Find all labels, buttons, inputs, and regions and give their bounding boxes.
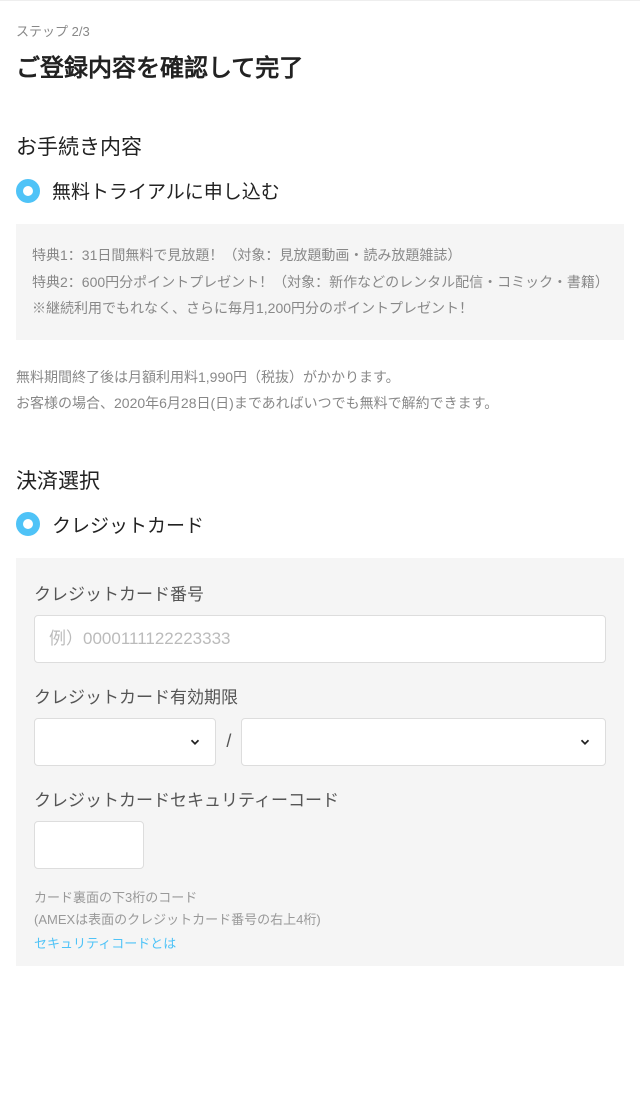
cvv-hint-2: (AMEXは表面のクレジットカード番号の右上4桁) (34, 909, 606, 931)
credit-card-form: クレジットカード番号 クレジットカード有効期限 / クレジットカードセキュリティ… (16, 558, 624, 966)
expiry-month-select[interactable] (34, 718, 216, 766)
benefits-box: 特典1：31日間無料で見放題！（対象：見放題動画・読み放題雑誌） 特典2：600… (16, 224, 624, 340)
pricing-note-2: お客様の場合、2020年6月28日(日)まであればいつでも無料で解約できます。 (16, 390, 624, 417)
step-indicator: ステップ 2/3 (16, 21, 624, 40)
payment-heading: 決済選択 (16, 465, 624, 495)
benefit-3: ※継続利用でもれなく、さらに毎月1,200円分のポイントプレゼント！ (32, 295, 608, 322)
cvv-hint-1: カード裏面の下3桁のコード (34, 887, 606, 909)
procedure-heading: お手続き内容 (16, 131, 624, 161)
page-title: ご登録内容を確認して完了 (16, 48, 624, 83)
card-number-input[interactable] (34, 615, 606, 663)
trial-option-label: 無料トライアルに申し込む (52, 177, 280, 204)
trial-option-row[interactable]: 無料トライアルに申し込む (16, 177, 624, 204)
expiry-year-wrap (241, 718, 606, 766)
cvv-input[interactable] (34, 821, 144, 869)
credit-card-option-label: クレジットカード (52, 511, 204, 538)
expiry-separator: / (226, 731, 231, 752)
benefit-2: 特典2：600円分ポイントプレゼント！（対象：新作などのレンタル配信・コミック・… (32, 269, 608, 296)
card-number-label: クレジットカード番号 (34, 580, 606, 605)
security-code-link[interactable]: セキュリティコードとは (34, 933, 606, 952)
expiry-row: / (34, 718, 606, 766)
radio-selected-icon (16, 512, 40, 536)
radio-selected-icon (16, 179, 40, 203)
pricing-notes: 無料期間終了後は月額利用料1,990円（税抜）がかかります。 お客様の場合、20… (16, 364, 624, 417)
pricing-note-1: 無料期間終了後は月額利用料1,990円（税抜）がかかります。 (16, 364, 624, 391)
credit-card-option-row[interactable]: クレジットカード (16, 511, 624, 538)
expiry-month-wrap (34, 718, 216, 766)
expiry-year-select[interactable] (241, 718, 606, 766)
cvv-label: クレジットカードセキュリティーコード (34, 786, 606, 811)
benefit-1: 特典1：31日間無料で見放題！（対象：見放題動画・読み放題雑誌） (32, 242, 608, 269)
expiry-label: クレジットカード有効期限 (34, 683, 606, 708)
